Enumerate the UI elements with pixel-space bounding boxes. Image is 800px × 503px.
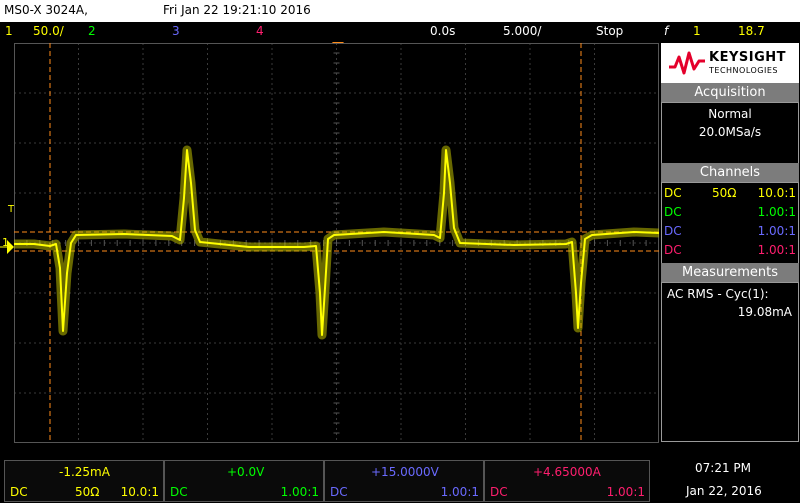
- channels-box: DC 50Ω 10.0:1 DC 1.00:1 DC 1.00:1 DC 1.0…: [661, 182, 799, 264]
- ch4-indicator[interactable]: 4: [256, 24, 264, 38]
- acquisition-header[interactable]: Acquisition: [661, 83, 799, 102]
- ch1-indicator[interactable]: 1: [5, 24, 13, 38]
- datetime-label: Fri Jan 22 19:21:10 2016: [163, 3, 311, 17]
- ch3-offset: +15.0000V: [371, 465, 439, 479]
- ch3-indicator[interactable]: 3: [172, 24, 180, 38]
- clock-time: 07:21 PM: [695, 461, 751, 475]
- waveform-graticule[interactable]: [14, 43, 659, 443]
- trigger-level[interactable]: 18.7: [738, 24, 765, 38]
- trigger-channel[interactable]: 1: [693, 24, 701, 38]
- model-label: MS0-X 3024A,: [4, 3, 88, 17]
- ch1-offset: -1.25mA: [59, 465, 110, 479]
- time-offset[interactable]: 0.0s: [430, 24, 455, 38]
- run-state[interactable]: Stop: [596, 24, 623, 38]
- channel-row[interactable]: DC 1.00:1: [662, 204, 798, 223]
- ch4-info[interactable]: +4.65000A DC 1.00:1: [484, 460, 650, 502]
- measurement-value: 19.08mA: [737, 305, 792, 319]
- measurement-label: AC RMS - Cyc(1):: [667, 287, 769, 301]
- ground-icon: [0, 240, 14, 254]
- acquisition-rate: 20.0MSa/s: [698, 125, 762, 139]
- keysight-wave-icon: [669, 51, 705, 75]
- clock-date: Jan 22, 2016: [686, 484, 762, 498]
- trigger-edge-icon: f: [664, 24, 669, 38]
- acquisition-mode: Normal: [708, 107, 752, 121]
- acquisition-box: Normal 20.0MSa/s: [661, 102, 799, 164]
- channel-row[interactable]: DC 1.00:1: [662, 223, 798, 242]
- ch4-offset: +4.65000A: [533, 465, 601, 479]
- time-scale[interactable]: 5.000/: [503, 24, 541, 38]
- ch1-scale[interactable]: 50.0/: [33, 24, 64, 38]
- ch3-info[interactable]: +15.0000V DC 1.00:1: [324, 460, 484, 502]
- measurements-box: AC RMS - Cyc(1): 19.08mA: [661, 282, 799, 442]
- ch2-info[interactable]: +0.0V DC 1.00:1: [164, 460, 324, 502]
- brand-logo: KEYSIGHT TECHNOLOGIES: [661, 43, 799, 83]
- brand-name: KEYSIGHT: [709, 50, 786, 65]
- channel-row[interactable]: DC 1.00:1: [662, 242, 798, 261]
- title-bar: MS0-X 3024A, Fri Jan 22 19:21:10 2016: [0, 0, 800, 22]
- side-panel: KEYSIGHT TECHNOLOGIES Acquisition Normal…: [660, 43, 800, 443]
- channels-header[interactable]: Channels: [661, 163, 799, 182]
- status-bar: 1 50.0/ 2 3 4 0.0s 5.000/ Stop f 1 18.7: [0, 22, 800, 42]
- ch2-offset: +0.0V: [227, 465, 265, 479]
- measurements-header[interactable]: Measurements: [661, 263, 799, 282]
- ch1-info[interactable]: -1.25mA DC 50Ω 10.0:1: [4, 460, 164, 502]
- ch2-indicator[interactable]: 2: [88, 24, 96, 38]
- channel-row[interactable]: DC 50Ω 10.0:1: [662, 185, 798, 204]
- channel-strip: -1.25mA DC 50Ω 10.0:1 +0.0V DC 1.00:1 +1…: [0, 456, 800, 503]
- brand-sub: TECHNOLOGIES: [709, 66, 778, 75]
